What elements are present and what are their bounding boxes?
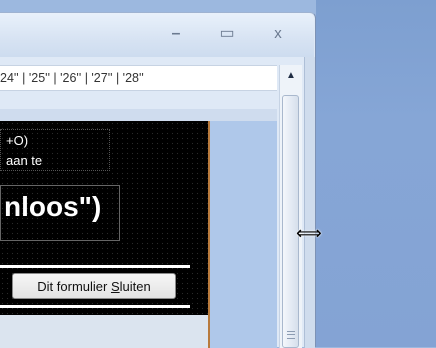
grip-icon xyxy=(287,331,295,339)
scrollbar-thumb[interactable] xyxy=(282,95,299,348)
form-canvas[interactable]: +O) aan te nloos") Dit formulier Sluiten xyxy=(0,121,210,348)
ruler-label: 25' xyxy=(31,71,48,85)
title-bar: – ▭ x xyxy=(0,13,314,57)
ruler-label: 27' xyxy=(93,71,111,85)
maximize-button[interactable]: ▭ xyxy=(213,25,241,43)
resize-cursor-icon: ⟺ xyxy=(296,223,322,243)
form-text-line-2: aan te xyxy=(6,153,43,168)
ruler-ticks: ' | ' xyxy=(110,71,126,85)
close-form-button[interactable]: Dit formulier Sluiten xyxy=(12,273,176,299)
form-footer-area xyxy=(0,315,208,348)
ruler-ticks: ' xyxy=(141,71,144,85)
minimize-button[interactable]: – xyxy=(162,25,190,43)
ruler-label: 26' xyxy=(62,71,79,85)
divider-line-bottom xyxy=(0,305,190,308)
window-edge-border xyxy=(304,57,315,348)
form-title-label: nloos") xyxy=(4,191,102,222)
close-button[interactable]: x xyxy=(264,25,292,43)
desktop-background xyxy=(316,0,436,347)
horizontal-ruler[interactable]: 24' ' | ' 25' ' | ' 26' ' | ' 27' ' | ' … xyxy=(0,65,277,91)
scroll-up-arrow-icon[interactable]: ▲ xyxy=(280,65,302,87)
ruler-ticks: ' | ' xyxy=(47,71,63,85)
form-text-line-1: +O) xyxy=(6,133,29,148)
ruler-label: 24' xyxy=(0,71,17,85)
ruler-ticks: ' | ' xyxy=(16,71,32,85)
vertical-scrollbar[interactable]: ▲ xyxy=(279,65,302,348)
close-form-button-accesskey: S xyxy=(110,279,120,294)
close-form-button-text-rest: luiten xyxy=(119,279,151,294)
close-form-button-text: Dit formulier xyxy=(37,279,111,294)
ruler-ticks: ' | ' xyxy=(78,71,94,85)
ruler-label: 28' xyxy=(125,71,142,85)
divider-line-top xyxy=(0,265,190,268)
design-surface: +O) aan te nloos") Dit formulier Sluiten xyxy=(0,121,277,348)
app-window: – ▭ x 24' ' | ' 25' ' | ' 26' ' | ' 27' … xyxy=(0,12,316,348)
